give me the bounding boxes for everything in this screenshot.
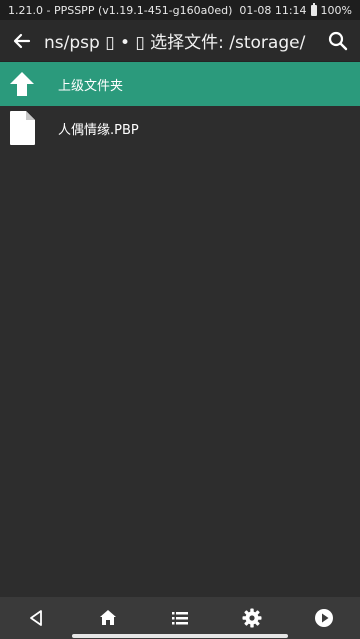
page-title: ns/psp ▯ • ▯ 选择文件: /storage/ — [44, 33, 306, 53]
row-icon-wrap — [0, 106, 44, 150]
status-datetime: 01-08 11:14 — [239, 3, 307, 17]
list-item-file[interactable]: 人偶情缘.PBP — [0, 106, 360, 150]
list-icon — [172, 612, 188, 625]
status-battery: 100% — [320, 3, 352, 17]
status-right: 01-08 11:14 100% — [239, 2, 352, 17]
search-button[interactable] — [316, 20, 360, 62]
list-item-label: 人偶情缘.PBP — [58, 122, 139, 138]
file-icon — [10, 111, 35, 145]
list-item-parent-folder[interactable]: 上级文件夹 — [0, 62, 360, 106]
home-indicator[interactable] — [72, 634, 288, 638]
nav-back-button[interactable] — [12, 597, 60, 639]
nav-list-button[interactable] — [156, 597, 204, 639]
file-list: 上级文件夹 人偶情缘.PBP — [0, 62, 360, 150]
nav-play-button[interactable] — [300, 597, 348, 639]
nav-home-button[interactable] — [84, 597, 132, 639]
home-icon — [100, 610, 116, 625]
navigation-bar — [0, 597, 360, 639]
search-icon — [328, 31, 348, 50]
arrow-left-icon — [13, 33, 31, 48]
gear-icon — [242, 608, 262, 628]
back-button[interactable] — [0, 20, 44, 62]
header: ns/psp ▯ • ▯ 选择文件: /storage/ — [0, 20, 360, 62]
status-app-version: 1.21.0 - PPSSPP (v1.19.1-451-g160a0ed) — [8, 3, 233, 17]
list-item-label: 上级文件夹 — [58, 78, 124, 94]
nav-settings-button[interactable] — [228, 597, 276, 639]
battery-icon — [310, 2, 317, 16]
play-icon — [315, 609, 333, 627]
row-icon-wrap — [0, 62, 44, 106]
arrow-up-icon — [10, 72, 34, 96]
status-bar: 1.21.0 - PPSSPP (v1.19.1-451-g160a0ed) 0… — [0, 0, 360, 20]
back-triangle-icon — [30, 610, 42, 626]
